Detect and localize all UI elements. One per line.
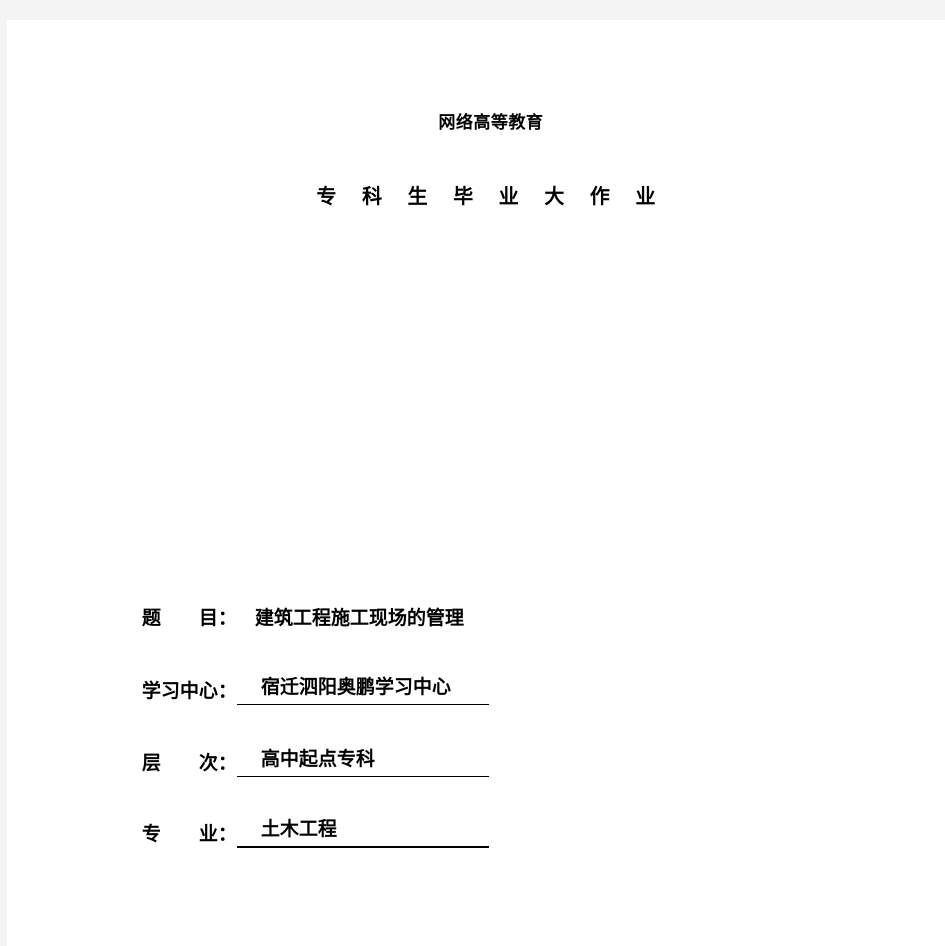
field-label-major: 专 业： [141,824,237,845]
cover-form-fields: 题 目： 建筑工程施工现场的管理 学习中心： 宿迁泗阳奥鹏学习中心 层 次： 高… [7,20,945,946]
document-page: 网络高等教育 专 科 生 毕 业 大 作 业 题 目： 建筑工程施工现场的管理 … [7,20,945,946]
field-value-level[interactable]: 高中起点专科 [237,747,489,777]
field-row-major: 专 业： 土木工程 [107,818,489,848]
field-value-study-center[interactable]: 宿迁泗阳奥鹏学习中心 [237,675,489,705]
field-label-level: 层 次： [141,753,237,774]
field-label-title: 题 目： [141,608,237,629]
field-value-major[interactable]: 土木工程 [237,817,489,848]
field-row-study-center: 学习中心： 宿迁泗阳奥鹏学习中心 [107,675,489,705]
field-row-level: 层 次： 高中起点专科 [107,747,489,777]
field-value-title[interactable]: 建筑工程施工现场的管理 [237,606,464,632]
field-label-study-center: 学习中心： [141,681,237,702]
field-row-title: 题 目： 建筑工程施工现场的管理 [107,602,464,632]
